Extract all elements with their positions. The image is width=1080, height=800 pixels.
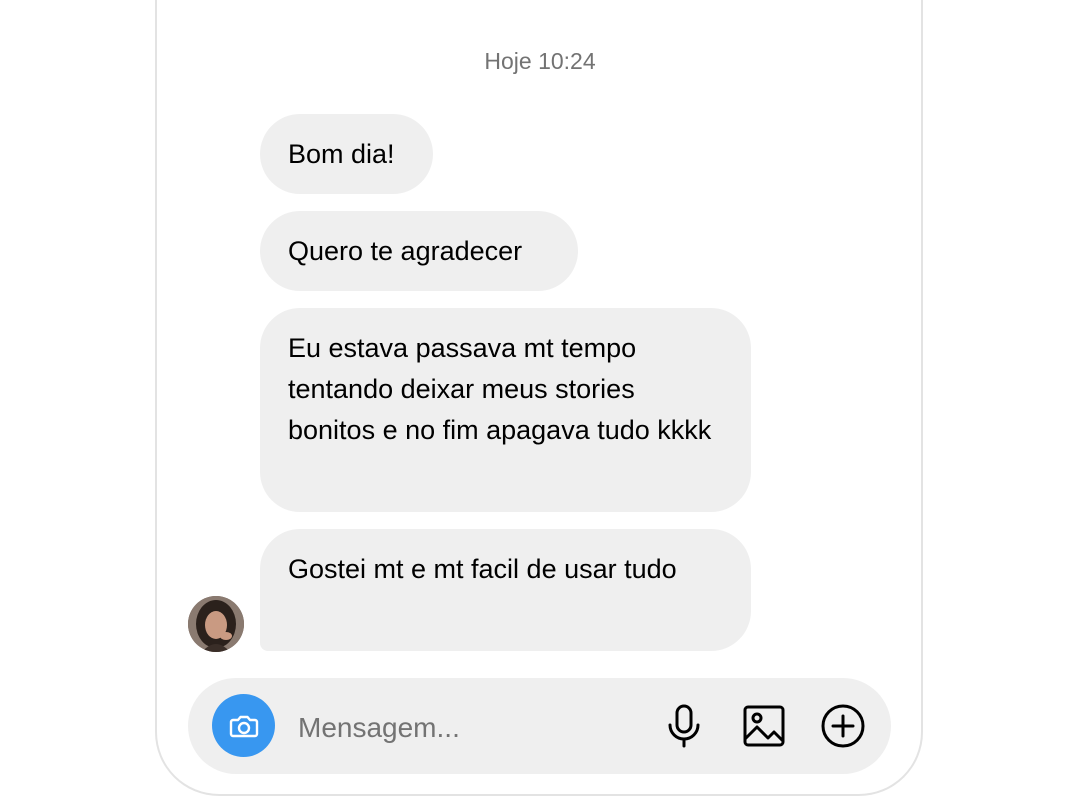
message-bubble[interactable]: Quero te agradecer xyxy=(260,211,578,291)
camera-button[interactable] xyxy=(212,694,275,757)
message-input[interactable] xyxy=(298,706,638,750)
microphone-icon xyxy=(668,704,700,748)
image-icon xyxy=(743,705,785,747)
more-options-button[interactable] xyxy=(820,703,866,749)
message-bubble[interactable]: Eu estava passava mt tempo tentando deix… xyxy=(260,308,751,512)
avatar[interactable] xyxy=(188,596,244,652)
camera-icon xyxy=(229,715,258,737)
message-timestamp: Hoje 10:24 xyxy=(484,48,596,74)
message-bubble[interactable]: Bom dia! xyxy=(260,114,433,194)
message-bubble[interactable]: Gostei mt e mt facil de usar tudo xyxy=(260,529,751,651)
gallery-button[interactable] xyxy=(741,703,787,749)
voice-message-button[interactable] xyxy=(662,703,708,749)
plus-circle-icon xyxy=(821,704,865,748)
